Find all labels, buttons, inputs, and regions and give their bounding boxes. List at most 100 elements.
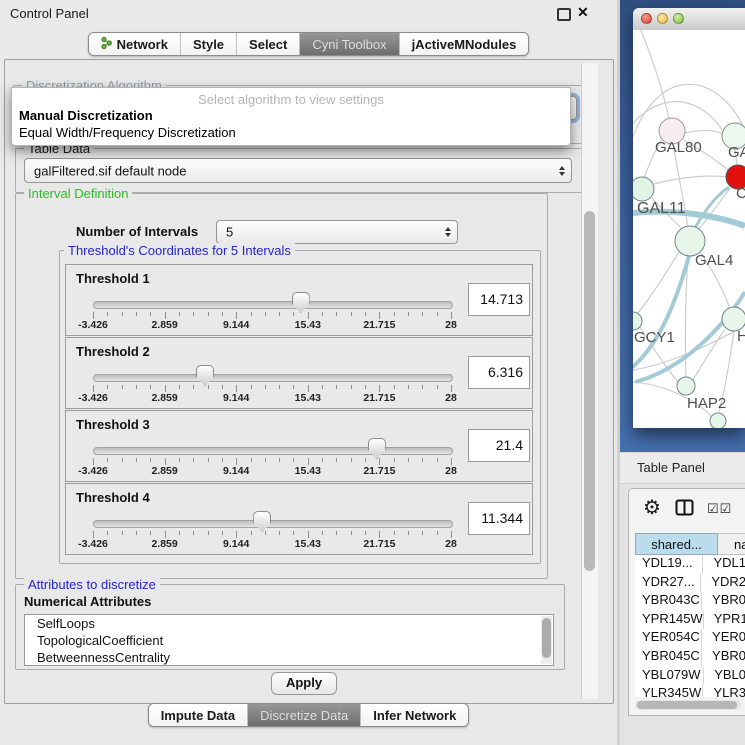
bottom-tab-discretize-data[interactable]: Discretize Data (247, 704, 360, 726)
slider-minor-tick (136, 312, 137, 316)
slider-minor-tick (136, 385, 137, 389)
cell-name[interactable]: YLR3 (702, 685, 745, 697)
cell-name[interactable]: YDL1 (702, 555, 745, 574)
interval-definition-group: Interval Definition Number of Intervals … (15, 193, 548, 579)
cell-name[interactable]: YPR1 (703, 611, 745, 630)
slider-scale-label: 21.715 (363, 538, 395, 550)
table-row[interactable]: YDL19...YDL1 (635, 555, 745, 574)
network-canvas[interactable]: GAL80 GA C GAL11 GAL4 GCY1 H HAP2 (633, 30, 745, 428)
node-bottom[interactable] (710, 413, 726, 428)
cell-shared-name[interactable]: YLR345W (635, 685, 702, 697)
close-icon[interactable]: ✕ (577, 4, 589, 21)
slider-track[interactable] (93, 301, 453, 309)
attribute-item-selfloops[interactable]: SelfLoops (25, 615, 553, 632)
slider-scale-label: -3.426 (78, 538, 108, 550)
tab-cyni-toolbox[interactable]: Cyni Toolbox (299, 33, 398, 55)
close-traffic-light-icon[interactable] (641, 13, 652, 24)
bottom-tab-infer-network[interactable]: Infer Network (360, 704, 468, 726)
table-horizontal-scrollbar[interactable] (635, 700, 741, 710)
table-data-combo[interactable]: galFiltered.sif default node (24, 158, 572, 183)
content-vertical-scrollbar[interactable] (581, 63, 598, 699)
table-row[interactable]: YER054CYER0 (635, 629, 745, 648)
tab-select[interactable]: Select (236, 33, 299, 55)
slider-minor-tick (322, 385, 323, 389)
cell-shared-name[interactable]: YBL079W (635, 667, 703, 686)
threshold-value-field[interactable]: 11.344 (468, 502, 530, 535)
table-row[interactable]: YBR045CYBR0 (635, 648, 745, 667)
slider-scale-label: -3.426 (78, 465, 108, 477)
slider-scale-label: 21.715 (363, 392, 395, 404)
threshold-value-field[interactable]: 6.316 (468, 356, 530, 389)
table-row[interactable]: YBL079WYBL0 (635, 667, 745, 686)
apply-button[interactable]: Apply (271, 672, 337, 695)
cell-shared-name[interactable]: YBR043C (635, 592, 701, 611)
slider-minor-tick (222, 531, 223, 535)
table-row[interactable]: YPR145WYPR1 (635, 611, 745, 630)
slider-major-tick (308, 458, 309, 465)
node-hap2[interactable] (677, 377, 695, 395)
minimize-traffic-light-icon[interactable] (657, 13, 668, 24)
slider-scale-label: 9.144 (223, 538, 249, 550)
slider-major-tick (93, 458, 94, 465)
zoom-traffic-light-icon[interactable] (673, 13, 684, 24)
table-row[interactable]: YDR27...YDR2 (635, 574, 745, 593)
checkbox-checked-icons[interactable]: ☑☑ (707, 501, 732, 517)
gear-icon[interactable]: ⚙ (643, 495, 661, 520)
slider-thumb[interactable] (368, 438, 386, 459)
slider-minor-tick (408, 312, 409, 316)
table-row[interactable]: YBR043CYBR0 (635, 592, 745, 611)
float-window-icon[interactable] (557, 8, 571, 21)
control-panel: Control Panel ✕ NetworkStyleSelectCyni T… (0, 0, 617, 745)
slider-minor-tick (437, 312, 438, 316)
column-header-shared[interactable]: shared... (635, 533, 718, 555)
tab-style[interactable]: Style (180, 33, 236, 55)
cell-name[interactable]: YDR2 (700, 574, 745, 593)
slider-minor-tick (365, 385, 366, 389)
cell-name[interactable]: YER0 (701, 629, 745, 648)
threshold-value-field[interactable]: 21.4 (468, 429, 530, 462)
cell-shared-name[interactable]: YER054C (635, 629, 701, 648)
node-gal11[interactable] (633, 177, 654, 201)
slider-scale-label: 21.715 (363, 465, 395, 477)
column-header-name[interactable]: na (718, 533, 745, 555)
tab-jactivemnodules[interactable]: jActiveMNodules (399, 33, 529, 55)
slider-scale-label: 9.144 (223, 319, 249, 331)
slider-track[interactable] (93, 447, 453, 455)
attribute-item-betweennesscentrality[interactable]: BetweennessCentrality (25, 649, 553, 666)
threshold-panel-2: Threshold 2-3.4262.8599.14415.4321.71528… (65, 337, 533, 409)
slider-thumb[interactable] (196, 365, 214, 386)
algorithm-option-equal-width-frequency[interactable]: Equal Width/Frequency Discretization (19, 125, 236, 140)
slider-minor-tick (351, 458, 352, 462)
table-body[interactable]: YDL19...YDL1YDR27...YDR2YBR043CYBR0YPR14… (635, 555, 745, 697)
threshold-value-field[interactable]: 14.713 (468, 283, 530, 316)
slider-track[interactable] (93, 520, 453, 528)
table-row[interactable]: YLR345WYLR3 (635, 685, 745, 697)
cell-name[interactable]: YBL0 (703, 667, 745, 686)
slider-minor-tick (365, 458, 366, 462)
number-of-intervals-combo[interactable]: 5 (216, 220, 458, 244)
split-columns-icon[interactable] (675, 499, 694, 521)
network-window-titlebar[interactable] (633, 8, 745, 31)
numerical-attributes-list[interactable]: SelfLoopsTopologicalCoefficientBetweenne… (24, 614, 554, 666)
slider-thumb[interactable] (292, 292, 310, 313)
cell-shared-name[interactable]: YBR045C (635, 648, 701, 667)
list-scrollbar[interactable] (541, 616, 552, 664)
slider-minor-tick (293, 385, 294, 389)
attribute-item-topologicalcoefficient[interactable]: TopologicalCoefficient (25, 632, 553, 649)
node-label-ga: GA (728, 144, 745, 161)
cell-shared-name[interactable]: YDR27... (635, 574, 700, 593)
algorithm-option-manual-discretization[interactable]: Manual Discretization (19, 108, 153, 123)
slider-major-tick (379, 458, 380, 465)
network-view-window[interactable]: GAL80 GA C GAL11 GAL4 GCY1 H HAP2 (633, 8, 745, 428)
bottom-tab-impute-data[interactable]: Impute Data (149, 704, 247, 726)
node-label-gal11: GAL11 (637, 200, 686, 217)
tab-network[interactable]: Network (89, 33, 180, 55)
slider-minor-tick (107, 385, 108, 389)
slider-scale-label: 15.43 (295, 465, 321, 477)
cell-name[interactable]: YBR0 (701, 648, 745, 667)
cell-shared-name[interactable]: YDL19... (635, 555, 702, 574)
cell-shared-name[interactable]: YPR145W (635, 611, 703, 630)
slider-track[interactable] (93, 374, 453, 382)
cell-name[interactable]: YBR0 (701, 592, 745, 611)
slider-thumb[interactable] (253, 511, 271, 532)
